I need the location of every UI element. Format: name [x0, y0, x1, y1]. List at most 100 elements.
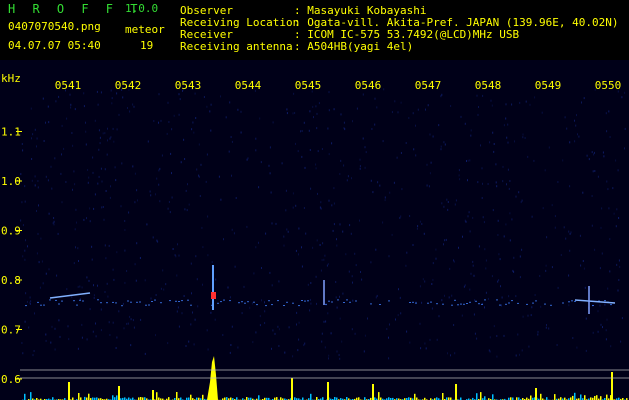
noise-speck [130, 344, 132, 347]
noise-speck [487, 297, 489, 300]
noise-speck [509, 180, 511, 182]
noise-speck [327, 263, 329, 266]
noise-speck [91, 245, 93, 248]
noise-speck [328, 199, 330, 202]
noise-speck [309, 298, 311, 301]
signal-trace [415, 302, 417, 304]
noise-speck [618, 217, 620, 219]
noise-speck [172, 248, 174, 250]
noise-speck [506, 136, 508, 139]
noise-speck [529, 103, 531, 106]
signal-trace [550, 304, 552, 306]
noise-speck [461, 314, 463, 317]
noise-speck [283, 235, 285, 238]
signal-trace [388, 300, 390, 302]
signal-trace [469, 301, 471, 303]
noise-speck [360, 271, 361, 273]
noise-speck [383, 88, 385, 91]
noise-speck [22, 352, 24, 355]
noise-speck [594, 151, 595, 154]
antenna-value: : A504HB(yagi 4el) [294, 40, 414, 53]
noise-speck [597, 175, 599, 178]
noise-speck [233, 232, 235, 235]
signal-trace [511, 300, 513, 302]
noise-speck [247, 157, 249, 160]
noise-speck [342, 230, 344, 233]
activity-bar [476, 393, 478, 400]
noise-speck [89, 207, 91, 210]
noise-speck [201, 226, 203, 229]
noise-speck [425, 347, 427, 350]
signal-trace [58, 303, 60, 305]
noise-speck [565, 237, 567, 240]
noise-speck [608, 110, 610, 113]
noise-speck [94, 119, 96, 122]
signal-trace [283, 305, 285, 306]
signal-trace [244, 302, 246, 304]
noise-speck [158, 93, 160, 96]
noise-speck [95, 335, 97, 338]
antenna-label: Receiving antenna [180, 40, 293, 53]
noise-speck [485, 291, 487, 294]
noise-speck [116, 336, 118, 339]
noise-speck [77, 247, 79, 250]
noise-speck [569, 232, 571, 235]
noise-speck [210, 311, 212, 314]
noise-speck [572, 337, 574, 339]
noise-speck [139, 257, 141, 259]
noise-speck [309, 149, 311, 151]
noise-speck [339, 317, 341, 320]
noise-speck [298, 253, 299, 256]
noise-speck [269, 146, 271, 149]
noise-speck [333, 223, 335, 226]
time-label: 0547 [415, 79, 442, 92]
noise-speck [351, 328, 353, 331]
noise-speck [47, 179, 49, 182]
noise-speck [539, 275, 541, 277]
noise-speck [514, 140, 515, 143]
noise-speck [484, 248, 486, 251]
noise-speck [391, 233, 393, 236]
noise-speck [599, 267, 601, 270]
noise-speck [515, 354, 517, 357]
noise-speck [36, 252, 38, 255]
noise-speck [83, 92, 85, 95]
noise-speck [328, 357, 329, 360]
noise-speck [515, 295, 517, 298]
noise-speck [581, 101, 582, 104]
noise-speck [258, 186, 260, 189]
noise-speck [160, 119, 162, 122]
noise-speck [406, 251, 408, 254]
noise-speck [100, 308, 102, 311]
signal-trace [412, 301, 414, 303]
noise-speck [429, 172, 431, 175]
noise-speck [519, 255, 521, 258]
noise-speck [255, 149, 257, 152]
noise-speck [195, 117, 197, 119]
signal-trace [355, 300, 357, 302]
noise-speck [75, 208, 77, 211]
noise-speck [124, 281, 126, 284]
noise-speck [71, 132, 73, 134]
noise-speck [34, 128, 36, 131]
noise-speck [525, 100, 527, 103]
noise-speck [605, 338, 607, 341]
noise-speck [303, 344, 305, 347]
noise-speck [502, 165, 504, 168]
signal-trace [121, 305, 123, 307]
noise-speck [324, 346, 326, 349]
noise-speck [194, 92, 196, 95]
noise-speck [485, 267, 487, 270]
noise-speck [220, 198, 222, 201]
noise-speck [352, 120, 353, 123]
noise-speck [192, 121, 194, 124]
noise-speck [99, 142, 101, 145]
noise-speck [211, 261, 213, 264]
activity-bar [112, 395, 114, 400]
noise-speck [58, 95, 60, 98]
time-label: 0544 [235, 79, 262, 92]
signal-trace [592, 305, 594, 306]
noise-speck [269, 172, 271, 175]
noise-speck [428, 185, 430, 188]
noise-speck [336, 306, 338, 309]
